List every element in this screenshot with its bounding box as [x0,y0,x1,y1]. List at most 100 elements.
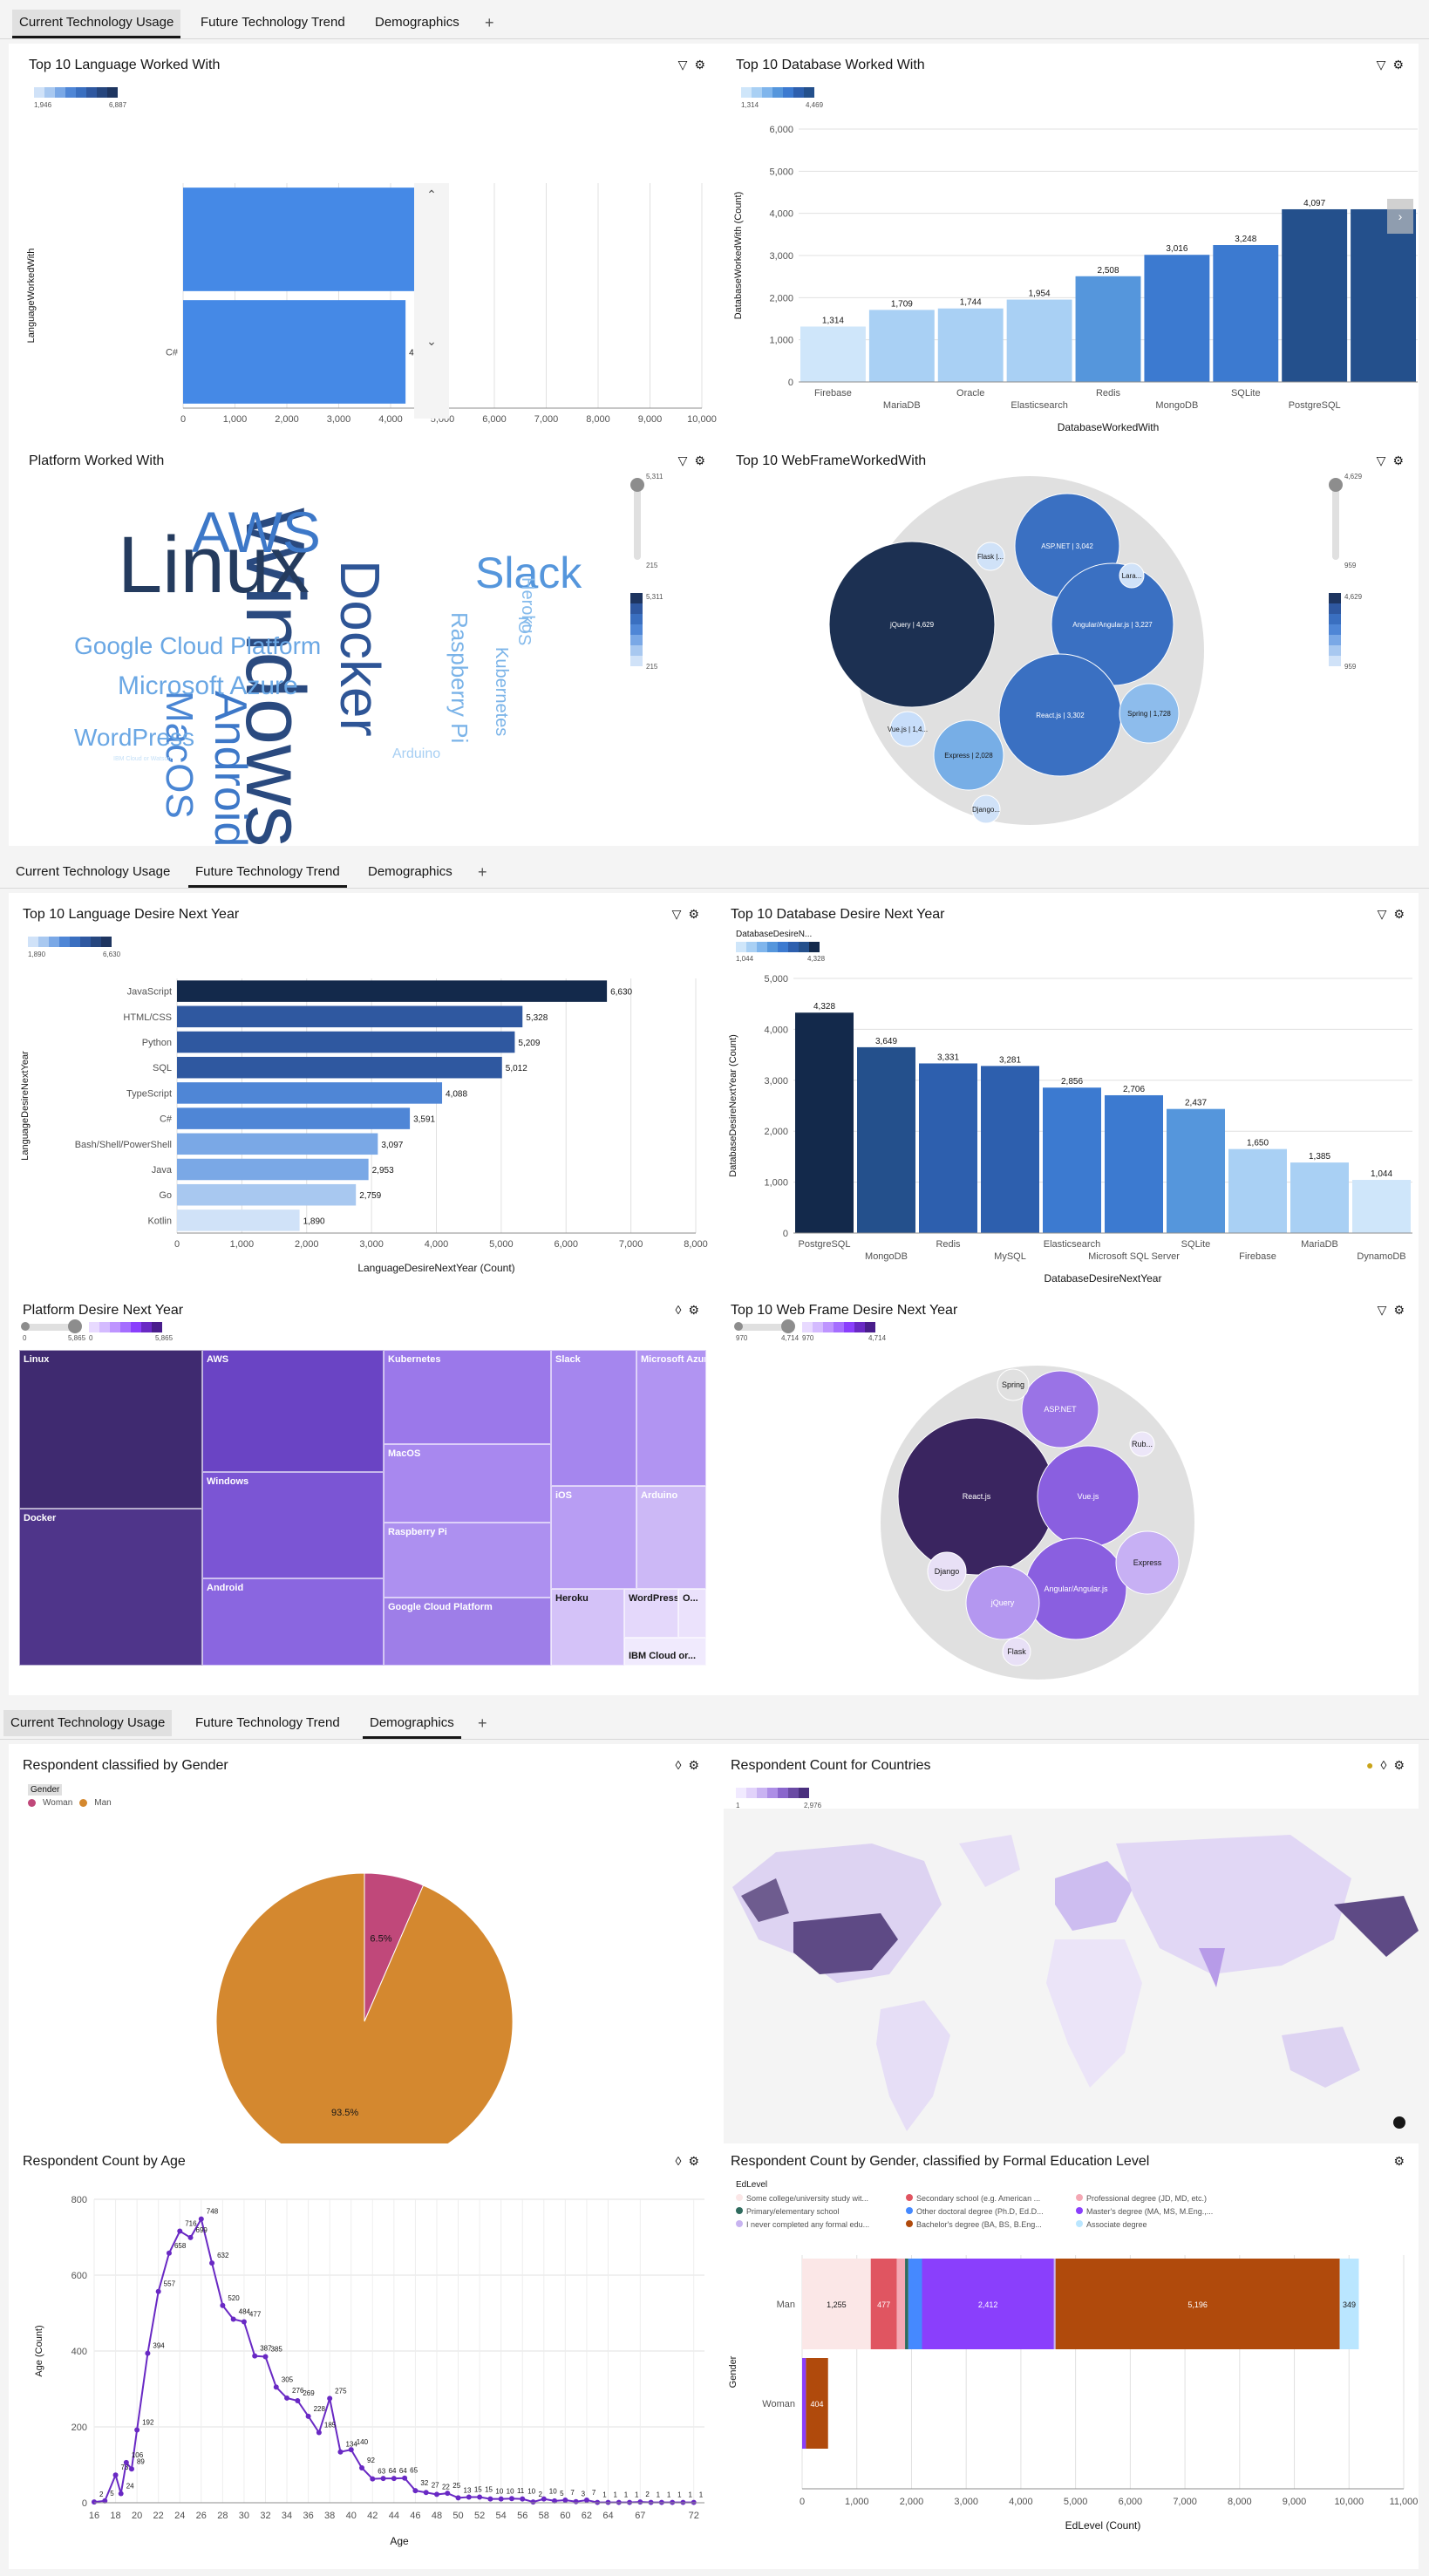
tab-demographics[interactable]: Demographics [368,10,466,36]
value-label: 3,097 [381,1141,403,1150]
slider-handle[interactable] [630,478,644,492]
legend-item[interactable]: Master's degree (MA, MS, M.Eng.,... [1076,2207,1213,2216]
treemap-cell[interactable]: WordPress [624,1589,678,1638]
treemap-cell[interactable]: Microsoft Azure [636,1350,706,1486]
settings-icon[interactable]: ⚙ [1392,58,1411,72]
filter-icon[interactable]: ▽ [1377,58,1393,72]
size-slider[interactable]: 5,311 215 [623,473,663,577]
filter-icon[interactable]: ▽ [678,453,695,467]
bubble-label: Spring [1002,1380,1024,1389]
treemap-cell[interactable]: Docker [19,1509,202,1666]
tab-demographics[interactable]: Demographics [363,1710,461,1739]
tab-future-technology-trend[interactable]: Future Technology Trend [188,859,347,888]
pin-icon[interactable]: ◊ [676,2154,689,2168]
data-label: 22 [442,2483,450,2491]
x-tick-label: 36 [303,2511,313,2521]
legend-item[interactable]: I never completed any formal edu... [736,2220,869,2229]
x-tick-label: 18 [110,2511,120,2521]
legend-item[interactable]: Professional degree (JD, MD, etc.) [1076,2194,1207,2203]
value-label: 1,044 [1371,1169,1392,1179]
tab-future-technology-trend[interactable]: Future Technology Trend [188,1710,347,1736]
x-tick-label: 46 [410,2511,420,2521]
settings-icon[interactable]: ⚙ [1393,907,1412,921]
size-slider[interactable] [21,1319,82,1333]
treemap-cell[interactable]: Arduino [636,1486,706,1589]
treemap-cell[interactable]: AWS [202,1350,384,1472]
y-tick-label: 0 [783,1229,788,1239]
data-point [166,2250,172,2256]
data-label: 65 [410,2467,418,2475]
x-tick-label: 0 [174,1239,180,1250]
data-label: 1 [657,2491,661,2499]
legend-item[interactable]: Secondary school (e.g. American ... [906,2194,1040,2203]
tab-current-technology-usage[interactable]: Current Technology Usage [12,10,181,38]
data-point [637,2499,643,2505]
tab-current-technology-usage[interactable]: Current Technology Usage [3,1710,173,1736]
pin-icon[interactable]: ◊ [676,1303,689,1317]
legend-item[interactable]: Some college/university study wit... [736,2194,868,2203]
filter-icon[interactable]: ▽ [1377,453,1393,467]
treemap-cell[interactable]: iOS [551,1486,636,1589]
value-label: 2,759 [359,1191,381,1201]
filter-icon[interactable]: ▽ [672,907,689,921]
add-tab-button[interactable]: + [485,10,494,36]
treemap-cell[interactable]: Slack [551,1350,636,1486]
bar [177,1082,443,1104]
legend-item[interactable]: Bachelor's degree (BA, BS, B.Eng... [906,2220,1042,2229]
settings-icon[interactable]: ⚙ [694,58,712,72]
tab-current-technology-usage[interactable]: Current Technology Usage [9,859,177,885]
size-slider[interactable] [734,1319,795,1333]
category-label: Firebase [814,388,852,399]
info-icon[interactable] [1393,2116,1405,2129]
legend-item[interactable]: Other doctoral degree (Ph.D, Ed.D... [906,2207,1044,2216]
treemap-cell[interactable]: Raspberry Pi [384,1523,551,1598]
warning-icon[interactable]: ● [1366,1758,1380,1772]
settings-icon[interactable]: ⚙ [1393,2154,1412,2168]
settings-icon[interactable]: ⚙ [688,2154,706,2168]
pin-icon[interactable]: ◊ [676,1758,689,1772]
filter-icon[interactable]: ▽ [1378,907,1394,921]
settings-icon[interactable]: ⚙ [694,453,712,467]
data-point [273,2384,279,2390]
settings-icon[interactable]: ⚙ [688,907,706,921]
bar [1290,1162,1349,1233]
x-tick-label: 60 [560,2511,570,2521]
x-tick-label: 6,000 [554,1239,578,1250]
tab-future-technology-trend[interactable]: Future Technology Trend [194,10,352,36]
settings-icon[interactable]: ⚙ [1393,1303,1412,1317]
settings-icon[interactable]: ⚙ [1393,1758,1412,1772]
treemap-cell[interactable]: IBM Cloud or... [624,1638,706,1666]
data-point [241,2319,247,2325]
legend-item[interactable]: Associate degree [1076,2220,1147,2229]
legend-swatch [1076,2207,1083,2214]
pie-slice [215,1872,514,2143]
treemap-cell[interactable]: O... [678,1589,706,1638]
settings-icon[interactable]: ⚙ [688,1758,706,1772]
treemap-cell[interactable]: Linux [19,1350,202,1509]
treemap-cell[interactable]: Google Cloud Platform [384,1598,551,1666]
treemap-cell[interactable]: Android [202,1578,384,1666]
tabbar-2: Current Technology Usage Future Technolo… [0,853,1429,889]
settings-icon[interactable]: ⚙ [688,1303,706,1317]
slider-handle[interactable] [1329,478,1343,492]
treemap-cell[interactable]: Windows [202,1472,384,1578]
bar [1352,1180,1411,1233]
category-label: Firebase [1239,1251,1276,1262]
category-label: MongoDB [1155,400,1198,411]
add-tab-button[interactable]: + [478,859,487,885]
pin-icon[interactable]: ◊ [1381,1758,1394,1772]
data-label: 13 [464,2486,472,2494]
filter-icon[interactable]: ▽ [678,58,695,72]
legend-label: Master's degree (MA, MS, M.Eng.,... [1086,2207,1214,2216]
legend-item[interactable]: Primary/elementary school [736,2207,840,2216]
filter-icon[interactable]: ▽ [1378,1303,1394,1317]
x-tick-label: 5,000 [1064,2497,1088,2507]
x-tick-label: 7,000 [619,1239,643,1250]
treemap-cell[interactable]: Heroku [551,1589,624,1666]
treemap-cell[interactable]: Kubernetes [384,1350,551,1444]
add-tab-button[interactable]: + [478,1710,487,1736]
settings-icon[interactable]: ⚙ [1392,453,1411,467]
size-slider[interactable]: 4,629 959 [1322,473,1362,577]
treemap-cell[interactable]: MacOS [384,1444,551,1523]
tab-demographics[interactable]: Demographics [361,859,459,885]
